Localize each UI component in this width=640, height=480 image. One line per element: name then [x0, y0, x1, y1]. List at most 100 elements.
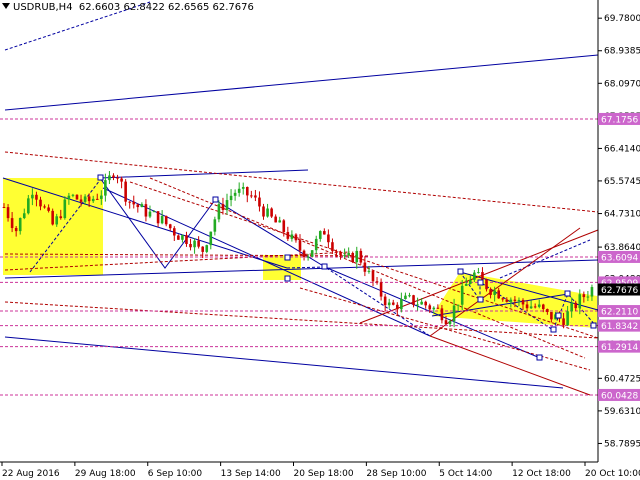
symbol-label: USDRUB,H4: [13, 2, 73, 13]
candle-body: [241, 187, 245, 189]
candle-body: [314, 238, 318, 251]
candle-body: [302, 250, 306, 258]
candle-body: [124, 181, 127, 202]
candle-body: [71, 194, 75, 196]
candle-body: [509, 299, 513, 302]
zone-left: [3, 178, 103, 275]
candle-body: [75, 194, 79, 200]
candle-body: [351, 253, 355, 263]
candle-body: [201, 246, 204, 252]
zone-middle: [263, 255, 301, 280]
candle-body: [31, 194, 34, 199]
ohlc-values: 62.6603 62.8422 62.6565 62.7676: [78, 2, 254, 13]
candle-body: [250, 195, 253, 197]
candle-body: [120, 178, 123, 182]
candle-body: [440, 308, 444, 321]
candle-body: [47, 207, 50, 211]
candle-body: [258, 197, 261, 207]
candle-body: [473, 272, 476, 280]
candle-body: [156, 211, 160, 224]
candle-body: [367, 270, 371, 272]
candle-body: [233, 192, 237, 196]
candle-body: [355, 250, 359, 263]
candle-body: [6, 207, 10, 219]
y-tick-label: 66.4140: [604, 144, 640, 154]
candle-body: [67, 195, 71, 200]
candle-body: [59, 216, 63, 219]
candle-body: [160, 215, 164, 224]
candle-body: [387, 302, 391, 306]
y-tick-label: 68.9385: [604, 47, 640, 57]
candle-body: [452, 305, 456, 322]
candle-body: [290, 234, 294, 239]
y-tick-label: 60.4725: [604, 374, 640, 384]
candle-body: [35, 194, 38, 200]
candle-body: [550, 312, 553, 320]
candle-body: [335, 251, 338, 253]
candle-body: [469, 279, 472, 285]
candle-body: [173, 228, 176, 236]
candle-body: [140, 204, 144, 208]
candle-body: [128, 201, 131, 203]
candle-body: [144, 204, 148, 217]
candle-body: [525, 304, 529, 309]
candle-body: [104, 180, 107, 196]
candle-body: [286, 231, 290, 239]
y-tick-label: 58.7895: [604, 439, 640, 449]
candle-body: [562, 318, 565, 326]
candle-body: [375, 281, 379, 283]
candle-body: [408, 295, 411, 297]
candle-body: [185, 235, 188, 244]
candle-body: [22, 213, 26, 219]
candle-body: [541, 304, 545, 310]
candle-body: [189, 243, 192, 248]
candle-body: [505, 299, 509, 302]
candle-body: [420, 301, 423, 305]
candle-body: [343, 255, 346, 257]
candle-body: [132, 201, 136, 205]
candle-body: [347, 253, 350, 256]
candle-body: [213, 219, 217, 232]
candle-body: [339, 252, 342, 256]
candle-body: [371, 270, 375, 282]
candle-body: [412, 295, 415, 305]
candle-body: [460, 285, 464, 305]
candle-body: [152, 211, 156, 213]
time-axis: 22 Aug 2016 29 Aug 18:00 6 Sep 10:00 13 Sep…: [1, 462, 640, 479]
candle-body: [116, 177, 119, 179]
candle-body: [533, 306, 537, 308]
candle-body: [270, 208, 273, 217]
candle-body: [590, 287, 594, 297]
x-tick-label: 12 Oct 18:00: [512, 469, 571, 479]
candle-body: [298, 240, 302, 251]
level-price-label: 61.8342: [601, 322, 638, 332]
candle-body: [79, 199, 83, 202]
candle-body: [456, 304, 460, 306]
x-tick-label: 5 Oct 14:00: [439, 469, 492, 479]
candle-body: [391, 302, 395, 305]
candle-body: [489, 289, 492, 295]
candle-body: [379, 282, 383, 297]
candle-body: [477, 272, 480, 274]
candle-body: [43, 206, 46, 208]
price-chart: 69.780068.938568.097067.255566.414065.57…: [0, 0, 640, 479]
candle-body: [529, 306, 533, 309]
candle-body: [148, 211, 152, 217]
candle-body: [327, 234, 330, 243]
candle-body: [448, 321, 452, 324]
candle-body: [87, 196, 91, 202]
level-price-label: 60.0428: [601, 391, 638, 401]
candle-body: [578, 294, 582, 309]
candle-body: [481, 272, 484, 280]
candle-body: [582, 294, 586, 298]
candle-body: [39, 199, 42, 207]
candle-body: [396, 304, 399, 310]
candle-body: [51, 210, 54, 225]
candle-body: [570, 302, 573, 312]
candle-body: [254, 195, 257, 198]
candle-body: [209, 231, 213, 246]
candle-body: [55, 216, 59, 225]
candle-body: [436, 307, 440, 309]
x-tick-label: 20 Oct 10:00: [585, 469, 640, 479]
x-tick-label: 20 Sep 18:00: [294, 469, 354, 479]
